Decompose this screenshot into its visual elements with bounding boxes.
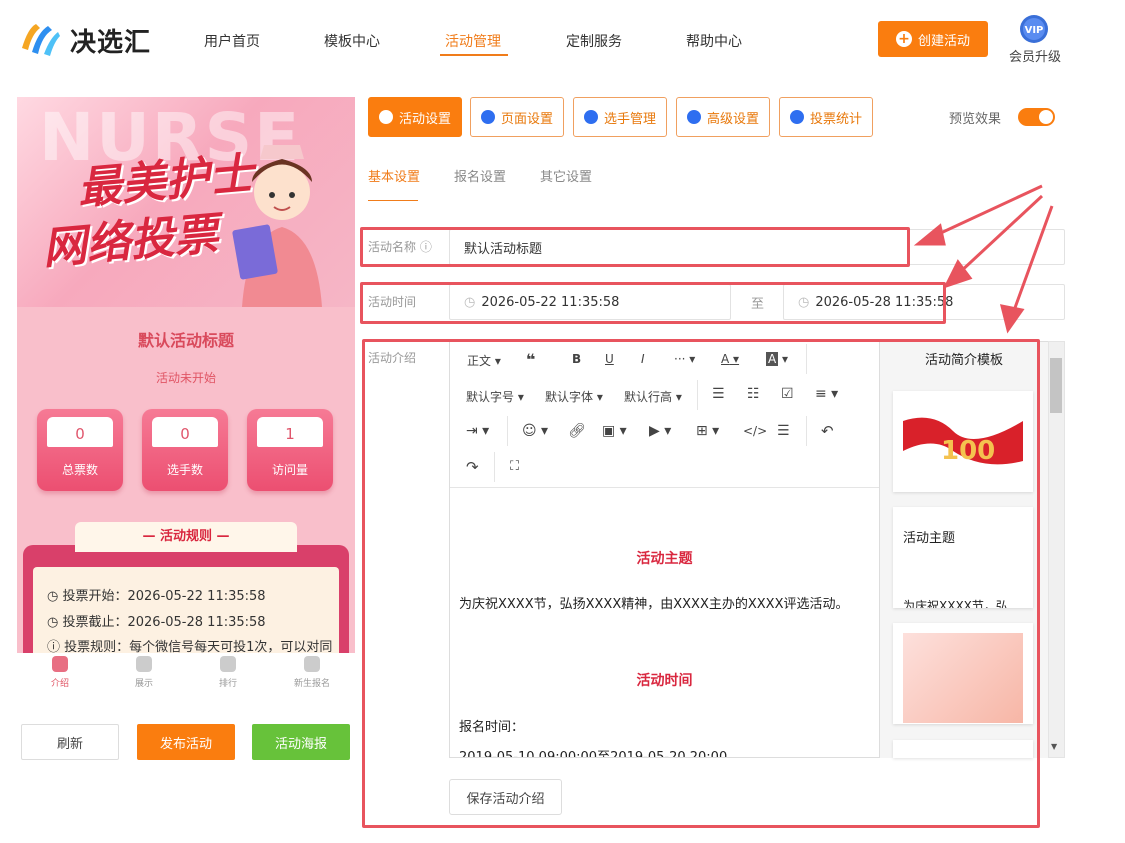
tab-vote-statistics[interactable]: 投票统计 <box>779 97 874 137</box>
gear-icon <box>481 110 495 124</box>
rule-vote: ⓘ 投票规则：每个微信号每天可投1次，可以对同 <box>47 640 333 653</box>
nav-templates[interactable]: 模板中心 <box>324 31 380 51</box>
highlight-box-name <box>360 227 910 267</box>
preview-status: 活动未开始 <box>155 371 216 385</box>
tab-signup[interactable]: 新生报名 <box>282 656 342 689</box>
bar-chart-icon <box>790 110 804 124</box>
stat-total-votes: 0 总票数 <box>37 409 123 491</box>
nav-activity-management[interactable]: 活动管理 <box>445 31 501 51</box>
preview-title: 默认活动标题 <box>137 331 234 350</box>
logo-icon <box>22 24 60 56</box>
gallery-icon <box>136 656 152 672</box>
heart-pulse-icon <box>220 656 236 672</box>
clock-icon: ◷ <box>47 615 63 630</box>
scroll-down-icon[interactable]: ▼ <box>1051 742 1057 751</box>
vip-upgrade-link[interactable]: 会员升级 <box>1009 46 1061 65</box>
tab-display[interactable]: 展示 <box>114 656 174 689</box>
pill-icon <box>304 656 320 672</box>
tab-activity-settings[interactable]: 活动设置 <box>368 97 463 137</box>
subtab-basic[interactable]: 基本设置 <box>368 166 420 185</box>
clock-icon: ◷ <box>47 589 63 604</box>
rule-end: ◷ 投票截止：2026-05-28 11:35:58 <box>47 615 266 630</box>
star-icon <box>379 110 393 124</box>
rule-start: ◷ 投票开始：2026-05-22 11:35:58 <box>47 589 266 604</box>
nav-active-indicator <box>440 54 508 56</box>
scrollbar-thumb[interactable] <box>1050 358 1062 413</box>
nurse-illustration <box>232 145 322 307</box>
annotation-arrows <box>913 184 1054 334</box>
publish-button[interactable]: 发布活动 <box>137 724 235 760</box>
tab-page-settings[interactable]: 页面设置 <box>470 97 565 137</box>
poster-button[interactable]: 活动海报 <box>252 724 350 760</box>
highlight-box-intro <box>362 339 1040 828</box>
mobile-preview: NURSE 最美护士 网络投票 默认活动标题 活动未开始 0 总票数 0 选手数… <box>17 97 355 653</box>
tab-intro[interactable]: 介绍 <box>30 656 90 689</box>
nav-custom-service[interactable]: 定制服务 <box>566 31 622 51</box>
nurse-icon <box>52 656 68 672</box>
nav-home[interactable]: 用户首页 <box>204 31 260 51</box>
plus-icon: + <box>895 31 912 47</box>
users-icon <box>584 110 598 124</box>
tab-ranking[interactable]: 排行 <box>198 656 258 689</box>
refresh-button[interactable]: 刷新 <box>21 724 119 760</box>
preview-toggle[interactable] <box>1018 108 1055 126</box>
rules-title: — 活动规则 — <box>75 522 297 552</box>
tab-contestant-management[interactable]: 选手管理 <box>573 97 668 137</box>
subtab-active-indicator <box>368 200 418 201</box>
subtab-other[interactable]: 其它设置 <box>540 166 592 185</box>
stat-visits: 1 访问量 <box>247 409 333 491</box>
preview-label: 预览效果 <box>949 112 1002 127</box>
settings-sliders-icon <box>687 110 701 124</box>
svg-text:VIP: VIP <box>1025 25 1044 36</box>
highlight-box-time <box>360 282 946 324</box>
subtab-signup[interactable]: 报名设置 <box>454 166 506 185</box>
info-icon: ⓘ <box>47 640 65 653</box>
create-activity-button[interactable]: + 创建活动 <box>878 21 988 57</box>
tab-advanced-settings[interactable]: 高级设置 <box>676 97 771 137</box>
logo-text: 决选汇 <box>70 28 152 58</box>
stat-contestants: 0 选手数 <box>142 409 228 491</box>
nav-help[interactable]: 帮助中心 <box>686 31 742 51</box>
vip-icon[interactable]: VIP <box>1019 14 1049 44</box>
